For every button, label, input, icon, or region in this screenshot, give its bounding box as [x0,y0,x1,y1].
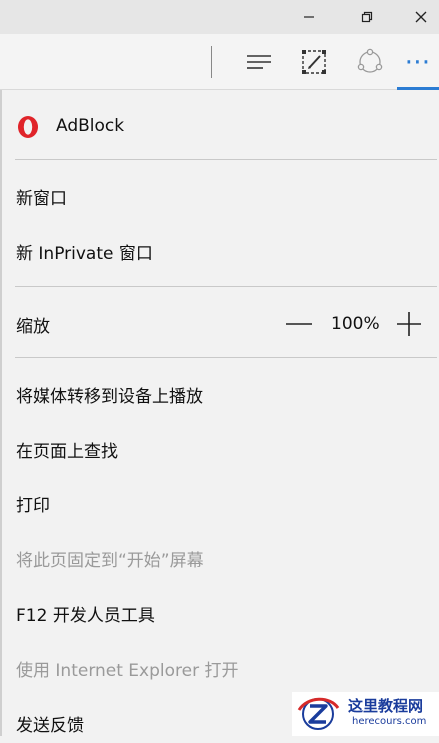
menu-divider [15,357,437,358]
zoom-level-value: 100% [331,314,380,334]
share-button[interactable] [347,38,393,86]
plus-icon [397,312,421,336]
hub-button[interactable] [236,38,282,86]
close-button[interactable] [394,0,439,34]
menu-item-open-ie-label: 使用 Internet Explorer 打开 [16,660,239,681]
menu-item-dev-tools-label: F12 开发人员工具 [16,605,155,626]
menu-item-adblock[interactable]: AdBlock [2,106,439,146]
menu-divider [15,159,437,160]
zoom-label: 缩放 [16,316,50,337]
more-actions-menu: AdBlock 新窗口 新 InPrivate 窗口 缩放 100% 将媒体转移… [2,90,439,736]
browser-toolbar: ⋯ [0,34,439,90]
zoom-in-button[interactable] [394,308,424,340]
title-bar [0,0,439,34]
menu-item-cast-media[interactable]: 将媒体转移到设备上播放 [2,374,439,414]
share-icon [357,48,383,73]
watermark-logo-icon [297,697,340,730]
web-note-button[interactable] [291,38,337,86]
menu-item-zoom: 缩放 100% [2,304,439,344]
menu-item-open-with-ie: 使用 Internet Explorer 打开 [2,648,439,688]
menu-item-print[interactable]: 打印 [2,483,439,523]
web-note-icon [302,50,326,74]
menu-item-find-on-page[interactable]: 在页面上查找 [2,429,439,469]
menu-item-new-inprivate-label: 新 InPrivate 窗口 [16,243,153,264]
toolbar-separator [211,46,212,78]
minimize-icon [304,16,314,18]
watermark-title: 这里教程网 [348,697,424,715]
menu-item-print-label: 打印 [16,495,50,516]
zoom-out-button[interactable] [285,308,313,340]
menu-item-new-inprivate-window[interactable]: 新 InPrivate 窗口 [2,231,439,271]
menu-item-cast-media-label: 将媒体转移到设备上播放 [16,386,203,407]
menu-item-new-window[interactable]: 新窗口 [2,176,439,216]
minimize-button[interactable] [282,0,336,34]
menu-item-feedback-label: 发送反馈 [16,715,84,736]
hub-icon [247,55,271,69]
menu-divider [15,286,437,287]
adblock-icon [18,116,38,138]
menu-item-pin-to-start: 将此页固定到“开始”屏幕 [2,538,439,578]
more-actions-button[interactable]: ⋯ [396,38,439,86]
minus-icon [286,323,312,325]
site-watermark: 这里教程网 herecours.com [292,692,439,736]
restore-icon [361,11,373,23]
menu-item-adblock-label: AdBlock [56,116,125,136]
menu-item-new-window-label: 新窗口 [16,188,67,209]
watermark-url: herecours.com [352,716,427,727]
menu-item-dev-tools[interactable]: F12 开发人员工具 [2,593,439,633]
restore-button[interactable] [340,0,394,34]
more-icon: ⋯ [404,47,431,77]
close-icon [415,11,427,23]
menu-item-find-label: 在页面上查找 [16,441,118,462]
menu-item-pin-label: 将此页固定到“开始”屏幕 [16,550,204,571]
